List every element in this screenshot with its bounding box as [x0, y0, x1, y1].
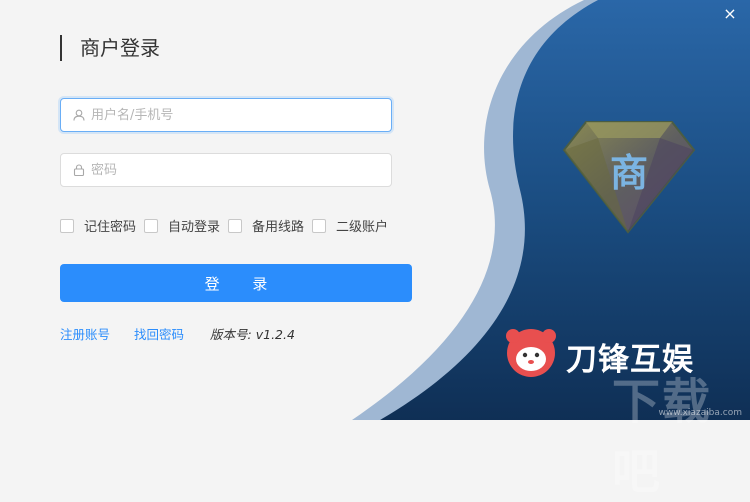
footer-links: 注册账号 找回密码 版本号: v1.2.4	[60, 324, 295, 343]
checkbox-label: 二级账户	[336, 220, 389, 235]
version-label: 版本号: v1.2.4	[210, 327, 295, 342]
recover-password-link[interactable]: 找回密码	[134, 324, 184, 343]
checkbox-box[interactable]	[312, 218, 327, 233]
password-field[interactable]	[60, 153, 392, 187]
login-button[interactable]: 登 录	[60, 264, 412, 302]
register-link[interactable]: 注册账号	[60, 324, 110, 343]
backup-route-checkbox[interactable]: 备用线路	[228, 216, 304, 235]
checkbox-box[interactable]	[228, 218, 243, 233]
auto-login-checkbox[interactable]: 自动登录	[144, 216, 220, 235]
checkbox-label: 记住密码	[84, 220, 137, 235]
login-options: 记住密码 自动登录 备用线路 二级账户	[60, 216, 396, 235]
title-bar: 商户登录	[60, 35, 160, 61]
username-input[interactable]	[91, 99, 391, 131]
checkbox-label: 自动登录	[168, 220, 221, 235]
username-field[interactable]	[60, 98, 392, 132]
password-input[interactable]	[91, 154, 391, 186]
logo-char: 商	[609, 151, 648, 195]
user-icon	[73, 109, 85, 121]
close-icon[interactable]: ×	[720, 4, 740, 24]
watermark-url: www.xiazaiba.com	[658, 408, 742, 418]
watermark-text: 下载吧	[612, 374, 713, 500]
sub-account-checkbox[interactable]: 二级账户	[312, 216, 388, 235]
lock-icon	[73, 164, 85, 176]
checkbox-label: 备用线路	[252, 220, 305, 235]
remember-password-checkbox[interactable]: 记住密码	[60, 216, 136, 235]
page-title: 商户登录	[80, 36, 160, 60]
checkbox-box[interactable]	[60, 218, 74, 233]
checkbox-box[interactable]	[144, 218, 159, 233]
